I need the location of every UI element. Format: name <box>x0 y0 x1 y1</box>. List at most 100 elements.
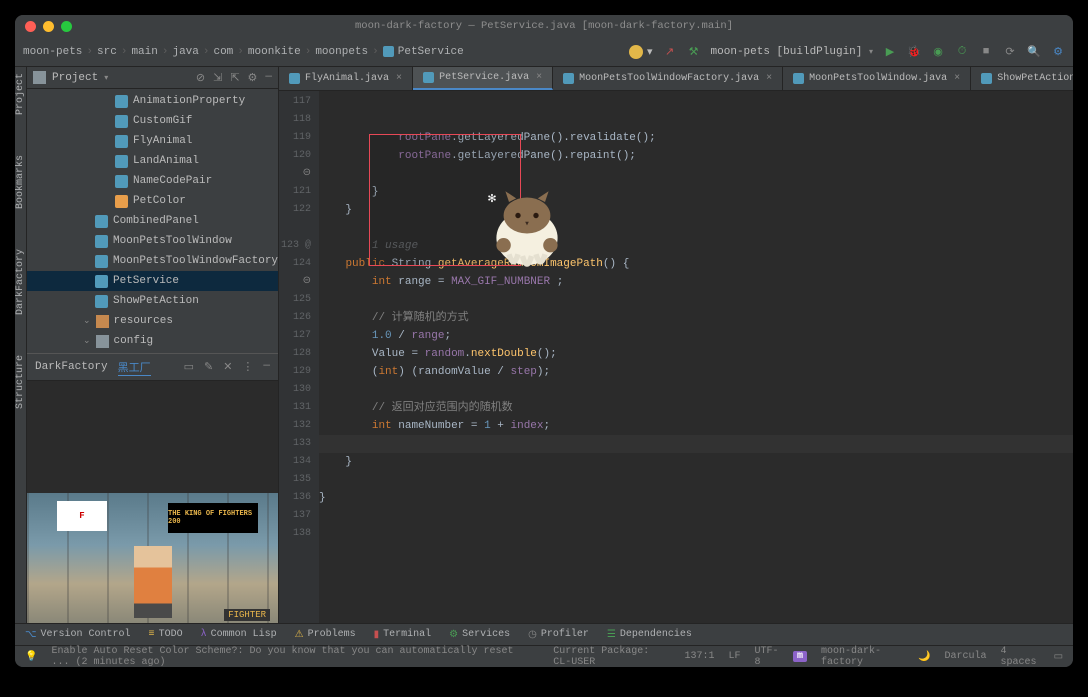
breadcrumb[interactable]: moon-pets› src› main› java› com› moonkit… <box>23 46 464 58</box>
tree-item-label: AnimationProperty <box>133 95 245 107</box>
darkfactory-tab-b[interactable]: 黑工厂 <box>118 359 151 376</box>
minimize-window-icon[interactable] <box>43 21 54 32</box>
stripe-button-structure[interactable]: Structure <box>15 355 26 409</box>
tree-item[interactable]: MoonPetsToolWindowFactory <box>27 251 278 271</box>
editor-tab[interactable]: ShowPetAction.java× <box>971 67 1073 90</box>
stripe-button-project[interactable]: Project <box>15 73 26 115</box>
project-view-dropdown[interactable]: ▾ <box>104 73 108 83</box>
collapse-all-icon[interactable]: ⇱ <box>230 71 239 85</box>
tree-item-label: PetService <box>113 275 179 287</box>
mem-indicator[interactable]: ▭ <box>1054 651 1063 663</box>
tool-version-control[interactable]: ⌥Version Control <box>25 629 131 641</box>
status-encoding[interactable]: UTF-8 <box>755 646 779 668</box>
file-icon <box>95 235 108 248</box>
debug-icon[interactable]: 🐞 <box>907 45 921 59</box>
status-caret-position[interactable]: 137:1 <box>684 651 714 662</box>
tree-item[interactable]: LandAnimal <box>27 151 278 171</box>
gutter[interactable]: 117118119120 ⊝121122 123 @124 ⊝125126127… <box>279 91 319 623</box>
tree-item[interactable]: MoonPetsToolWindow <box>27 231 278 251</box>
breadcrumb-item[interactable]: PetService <box>398 46 464 58</box>
file-icon <box>96 335 109 348</box>
stop-icon[interactable]: ■ <box>979 45 993 59</box>
close-tab-icon[interactable]: × <box>766 73 772 84</box>
breadcrumb-item[interactable]: moon-pets <box>23 46 82 58</box>
edit-icon[interactable]: ✎ <box>204 360 213 374</box>
coverage-icon[interactable]: ◉ <box>931 45 945 59</box>
tree-item[interactable]: ⌄config <box>27 331 278 351</box>
tree-item[interactable]: FlyAnimal <box>27 131 278 151</box>
hide-icon[interactable]: — <box>263 360 270 374</box>
darkfactory-tab-a[interactable]: DarkFactory <box>35 361 108 373</box>
breadcrumb-item[interactable]: src <box>97 46 117 58</box>
status-project[interactable]: moon-dark-factory <box>821 646 904 668</box>
tree-item-label: LandAnimal <box>133 155 199 167</box>
tree-item[interactable]: PetColor <box>27 191 278 211</box>
breadcrumb-item[interactable]: moonpets <box>315 46 368 58</box>
close-tab-icon[interactable]: × <box>396 73 402 84</box>
tool-services[interactable]: ⚙Services <box>449 629 510 641</box>
file-icon <box>95 275 108 288</box>
status-indent[interactable]: 4 spaces <box>1000 646 1039 668</box>
project-tree[interactable]: AnimationProperty CustomGif FlyAnimal LandA… <box>27 89 278 353</box>
tree-item-label: MoonPetsToolWindow <box>113 235 232 247</box>
settings-icon[interactable]: ⚙ <box>1051 45 1065 59</box>
chevron-icon: ⌄ <box>83 336 91 346</box>
code-editor[interactable]: rootPane.getLayeredPane().revalidate(); … <box>319 91 1073 623</box>
breadcrumb-item[interactable]: main <box>131 46 157 58</box>
breadcrumb-item[interactable]: java <box>172 46 198 58</box>
editor-tab[interactable]: FlyAnimal.java× <box>279 67 413 90</box>
tool-todo[interactable]: ≡TODO <box>149 629 183 640</box>
profiler-icon[interactable]: ⏱ <box>955 45 969 59</box>
status-package[interactable]: Current Package: CL-USER <box>553 646 670 668</box>
tips-icon[interactable]: 💡 <box>25 651 37 663</box>
expand-all-icon[interactable]: ⇲ <box>213 71 222 85</box>
editor-tab[interactable]: MoonPetsToolWindowFactory.java × <box>553 67 783 90</box>
tree-item[interactable]: PetService <box>27 271 278 291</box>
close-window-icon[interactable] <box>25 21 36 32</box>
tree-item[interactable]: ShowPetAction <box>27 291 278 311</box>
close-tab-icon[interactable]: × <box>954 73 960 84</box>
run-config-selector[interactable]: moon-pets [buildPlugin] ▾ <box>711 46 873 58</box>
status-newui-badge[interactable]: m <box>793 651 807 662</box>
run-icon[interactable]: ▶ <box>883 45 897 59</box>
stripe-button-darkfactory[interactable]: DarkFactory <box>15 249 26 315</box>
tree-item[interactable]: NameCodePair <box>27 171 278 191</box>
tool-terminal[interactable]: ▮Terminal <box>374 629 432 641</box>
status-tip[interactable]: Enable Auto Reset Color Scheme?: Do you … <box>51 646 525 668</box>
tree-item[interactable]: CustomGif <box>27 111 278 131</box>
editor-tab[interactable]: PetService.java× <box>413 67 553 90</box>
updates-icon[interactable]: ⟳ <box>1003 45 1017 59</box>
build-icon[interactable]: ⚒ <box>687 45 701 59</box>
breadcrumb-item[interactable]: com <box>213 46 233 58</box>
stripe-button-bookmarks[interactable]: Bookmarks <box>15 155 26 209</box>
maximize-window-icon[interactable] <box>61 21 72 32</box>
status-theme[interactable]: Darcula <box>944 651 986 662</box>
tree-item-label: CustomGif <box>133 115 192 127</box>
options-icon[interactable]: ⋮ <box>242 360 253 374</box>
breadcrumb-item[interactable]: moonkite <box>248 46 301 58</box>
tool-problems[interactable]: ⚠Problems <box>295 629 356 641</box>
tree-item[interactable]: CombinedPanel <box>27 211 278 231</box>
close-tab-icon[interactable]: × <box>536 72 542 83</box>
hide-icon[interactable]: — <box>265 71 272 85</box>
tree-item[interactable]: AnimationProperty <box>27 91 278 111</box>
editor-tab[interactable]: MoonPetsToolWindow.java× <box>783 67 971 90</box>
close-icon[interactable]: ✕ <box>223 360 232 374</box>
search-icon[interactable]: 🔍 <box>1027 45 1041 59</box>
file-icon <box>423 72 434 83</box>
tool-dependencies[interactable]: ☰Dependencies <box>607 629 692 641</box>
settings-gear-icon[interactable]: ⚙ <box>248 71 258 85</box>
tree-item[interactable]: ⌄resources <box>27 311 278 331</box>
game-logo-1: F <box>57 501 107 531</box>
game-logo-2: THE KING OF FIGHTERS 200 <box>168 503 258 533</box>
tab-label: MoonPetsToolWindowFactory.java <box>579 73 759 84</box>
status-line-separator[interactable]: LF <box>729 651 741 662</box>
window-mode-icon[interactable]: ▭ <box>184 360 194 374</box>
ai-icon[interactable]: ↗ <box>663 45 677 59</box>
select-opened-file-icon[interactable]: ⊘ <box>196 71 205 85</box>
game-badge: FIGHTER <box>224 609 270 621</box>
tool-profiler[interactable]: ◷Profiler <box>528 629 589 641</box>
tool-common-lisp[interactable]: λCommon Lisp <box>201 629 277 640</box>
darkfactory-tool-window-header: DarkFactory 黑工厂 ▭ ✎ ✕ ⋮ — <box>27 353 278 381</box>
collaborators[interactable]: ▾ <box>629 45 653 59</box>
